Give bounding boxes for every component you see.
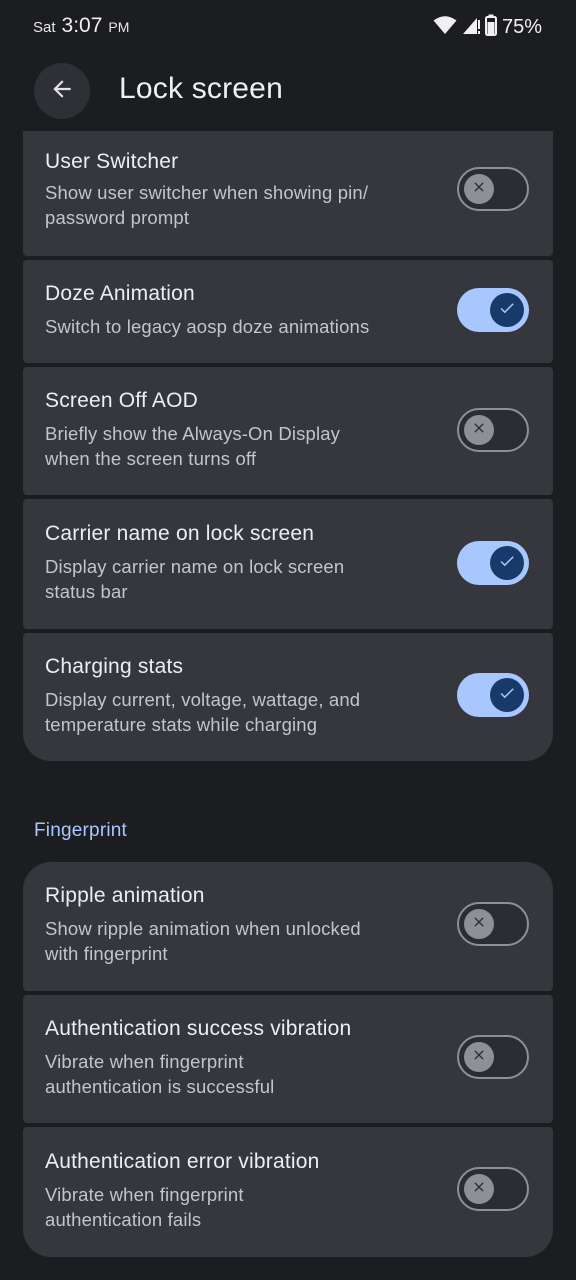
check-icon (498, 299, 516, 322)
arrow-left-icon (49, 76, 75, 107)
signal-icon (462, 15, 480, 40)
check-icon (498, 684, 516, 707)
setting-subtitle: Display carrier name on lock screen stat… (45, 556, 345, 602)
toggle-thumb (464, 1174, 494, 1204)
status-time: 3:07 (61, 14, 103, 37)
status-time-group: Sat 3:07 PM (33, 14, 129, 38)
setting-title: User Switcher (45, 150, 179, 173)
status-indicators: 75% (433, 14, 542, 41)
battery-icon (484, 14, 497, 41)
close-icon (471, 420, 487, 441)
setting-subtitle: Switch to legacy aosp doze animations (45, 316, 370, 337)
setting-row-screen-off-aod[interactable]: Screen Off AOD Briefly show the Always-On… (23, 367, 553, 495)
setting-row-carrier-name-on-lock-screen[interactable]: Carrier name on lock screen Display carri… (23, 499, 553, 629)
setting-row-ripple-animation[interactable]: Ripple animation Show ripple animation wh… (23, 862, 553, 991)
setting-title: Ripple animation (45, 884, 205, 907)
setting-row-doze-animation[interactable]: Doze Animation Switch to legacy aosp doze… (23, 260, 553, 363)
setting-title: Charging stats (45, 655, 184, 678)
toggle-switch[interactable] (457, 902, 529, 946)
status-day: Sat (33, 19, 56, 36)
section-header-fingerprint: Fingerprint (34, 820, 128, 841)
toggle-switch[interactable] (457, 167, 529, 211)
top-app-bar: Lock screen (0, 58, 576, 124)
status-ampm: PM (108, 19, 130, 35)
setting-subtitle: Vibrate when fingerprint authentication … (45, 1184, 244, 1230)
toggle-thumb (490, 546, 524, 580)
toggle-switch[interactable] (457, 541, 529, 585)
check-icon (498, 552, 516, 575)
setting-title: Authentication success vibration (45, 1017, 352, 1040)
setting-row-authentication-success-vibration[interactable]: Authentication success vibration Vibrate … (23, 995, 553, 1123)
status-bar: Sat 3:07 PM 75% (0, 0, 576, 52)
setting-row-charging-stats[interactable]: Charging stats Display current, voltage, … (23, 633, 553, 761)
toggle-thumb (464, 174, 494, 204)
close-icon (471, 914, 487, 935)
close-icon (471, 1179, 487, 1200)
back-button[interactable] (34, 63, 90, 119)
close-icon (471, 1047, 487, 1068)
toggle-thumb (464, 415, 494, 445)
setting-subtitle: Show ripple animation when unlocked with… (45, 918, 361, 964)
setting-title: Authentication error vibration (45, 1150, 320, 1173)
close-icon (471, 179, 487, 200)
toggle-thumb (490, 678, 524, 712)
setting-subtitle: Vibrate when fingerprint authentication … (45, 1051, 275, 1097)
setting-subtitle: Show user switcher when showing pin/ pas… (45, 182, 369, 228)
toggle-switch[interactable] (457, 1167, 529, 1211)
setting-title: Doze Animation (45, 282, 195, 305)
toggle-switch[interactable] (457, 673, 529, 717)
toggle-switch[interactable] (457, 288, 529, 332)
wifi-icon (433, 15, 457, 40)
setting-title: Screen Off AOD (45, 389, 198, 412)
toggle-switch[interactable] (457, 1035, 529, 1079)
setting-row-authentication-error-vibration[interactable]: Authentication error vibration Vibrate wh… (23, 1127, 553, 1257)
toggle-thumb (464, 909, 494, 939)
toggle-thumb (490, 293, 524, 327)
toggle-switch[interactable] (457, 408, 529, 452)
setting-subtitle: Briefly show the Always-On Display when … (45, 423, 341, 469)
battery-percent: 75% (501, 16, 542, 38)
toggle-thumb (464, 1042, 494, 1072)
setting-title: Carrier name on lock screen (45, 522, 315, 545)
setting-subtitle: Display current, voltage, wattage, and t… (45, 689, 361, 735)
setting-row-user-switcher[interactable]: User Switcher Show user switcher when sho… (23, 131, 553, 256)
page-title: Lock screen (119, 72, 283, 105)
